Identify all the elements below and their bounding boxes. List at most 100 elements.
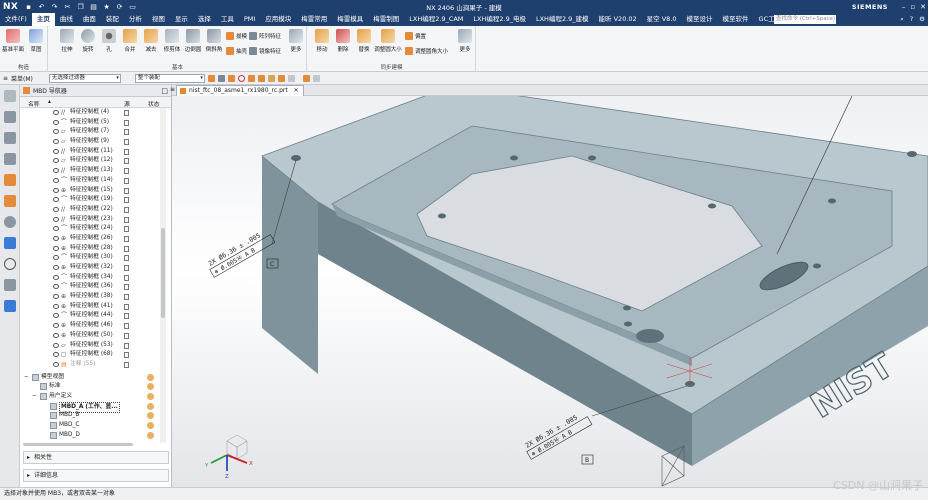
resize-blend-button[interactable]: 调整圆大小 bbox=[374, 29, 402, 53]
repeat-icon[interactable]: ⟳ bbox=[115, 3, 124, 11]
revolve-button[interactable]: 旋转 bbox=[77, 29, 99, 53]
menu-button[interactable]: 菜单(M) bbox=[11, 74, 33, 83]
menu-item[interactable]: 文件(F) bbox=[0, 13, 32, 26]
document-tab[interactable]: nist_ftc_08_asme1_rx1980_rc.prt ✕ bbox=[176, 85, 304, 96]
column-source[interactable]: 源 bbox=[124, 99, 130, 108]
history-icon[interactable] bbox=[3, 258, 16, 270]
snap-settings-icon[interactable] bbox=[312, 74, 320, 82]
scope-dropdown[interactable]: 整个装配 bbox=[134, 73, 205, 83]
menu-item[interactable]: 视图 bbox=[147, 13, 170, 26]
expand-toggle-icon[interactable]: − bbox=[24, 373, 29, 383]
menu-item[interactable]: 曲面 bbox=[78, 13, 101, 26]
visibility-icon[interactable] bbox=[53, 177, 59, 183]
menu-item[interactable]: 选择 bbox=[193, 13, 216, 26]
datum-plane-button[interactable]: 基准平面 bbox=[2, 29, 24, 53]
tree-row-feature-control-frame[interactable]: ⌒ 特征控制框 (36) bbox=[20, 282, 160, 292]
tree-row-feature-control-frame[interactable]: ⌒ 特征控制框 (24) bbox=[20, 224, 160, 234]
mirror-feature-button[interactable]: 镜像特征 bbox=[249, 47, 281, 55]
menu-item[interactable]: 分析 bbox=[124, 13, 147, 26]
tab-menu-icon[interactable]: ≡ bbox=[170, 86, 175, 93]
menu-item[interactable]: LXH编程2.9_建模 bbox=[531, 13, 594, 26]
menu-item[interactable]: 能昕 V20.02 bbox=[594, 13, 642, 26]
tree-row-feature-control-frame[interactable]: ⊕ 特征控制框 (38) bbox=[20, 292, 160, 302]
visibility-icon[interactable] bbox=[53, 197, 59, 203]
tree-row-feature-control-frame[interactable]: // 特征控制框 (23) bbox=[20, 215, 160, 225]
no-select-icon[interactable] bbox=[237, 74, 245, 82]
visibility-icon[interactable] bbox=[53, 148, 59, 154]
minimize-icon[interactable]: – bbox=[902, 3, 906, 11]
subtract-button[interactable]: 减去 bbox=[140, 29, 162, 53]
extrude-button[interactable]: 拉伸 bbox=[56, 29, 78, 53]
edge-blend-button[interactable]: 边倒圆 bbox=[182, 29, 204, 53]
type-filter-dropdown[interactable]: 无选择过滤器 bbox=[48, 73, 121, 83]
tree-row-feature-control-frame[interactable]: ⊕ 特征控制框 (15) bbox=[20, 186, 160, 196]
tree-row-feature-control-frame[interactable]: ⌒ 特征控制框 (44) bbox=[20, 311, 160, 321]
role-icon[interactable] bbox=[3, 237, 16, 249]
close-icon[interactable]: ✕ bbox=[920, 3, 926, 11]
select-component-icon[interactable] bbox=[257, 74, 265, 82]
menu-item[interactable]: LXH编程2.9_CAM bbox=[404, 13, 468, 26]
tree-row-model-view[interactable]: MBD_D bbox=[20, 431, 160, 441]
navigator-scrollbar[interactable] bbox=[160, 108, 166, 443]
resize-face-button[interactable]: 调整圆角大小 bbox=[405, 47, 448, 55]
tree-row-model-view[interactable]: MBD_A (工作、显... bbox=[20, 401, 160, 414]
mbd-navigator-icon[interactable] bbox=[3, 174, 16, 186]
chamfer-button[interactable]: 倒斜角 bbox=[203, 29, 225, 53]
menu-item[interactable]: 星空 V8.0 bbox=[642, 13, 682, 26]
visibility-icon[interactable] bbox=[53, 139, 59, 145]
window-icon[interactable]: ▭ bbox=[128, 3, 137, 11]
paste-icon[interactable]: ▤ bbox=[89, 3, 98, 11]
select-sheet-icon[interactable] bbox=[287, 74, 295, 82]
visibility-icon[interactable] bbox=[53, 323, 59, 329]
menu-item[interactable]: 梅雷模具 bbox=[332, 13, 368, 26]
menu-item[interactable]: 曲线 bbox=[55, 13, 78, 26]
maximize-icon[interactable]: ▫ bbox=[910, 3, 915, 11]
tree-row-feature-control-frame[interactable]: ⌒ 特征控制框 (14) bbox=[20, 176, 160, 186]
unite-button[interactable]: 合并 bbox=[119, 29, 141, 53]
hole-button[interactable]: 孔 bbox=[98, 29, 120, 53]
visibility-icon[interactable] bbox=[53, 129, 59, 135]
tree-row-feature-control-frame[interactable]: ▱ 特征控制框 (53) bbox=[20, 341, 160, 351]
tree-row-standard[interactable]: 标准 bbox=[20, 382, 160, 392]
select-face-icon[interactable] bbox=[227, 74, 235, 82]
visibility-icon[interactable] bbox=[53, 187, 59, 193]
menu-item[interactable]: 模至设计 bbox=[682, 13, 718, 26]
menu-item[interactable]: 主页 bbox=[31, 13, 55, 26]
horizontal-scrollbar[interactable] bbox=[23, 443, 133, 446]
visibility-icon[interactable] bbox=[53, 352, 59, 358]
sketch-button[interactable]: 草图 bbox=[25, 29, 47, 53]
tree-row-feature-control-frame[interactable]: ▤ 注释 (55) bbox=[20, 360, 160, 370]
menu-item[interactable]: LXH编程2.9_电极 bbox=[468, 13, 531, 26]
constraint-navigator-icon[interactable] bbox=[3, 153, 16, 165]
select-all-icon[interactable] bbox=[267, 74, 275, 82]
draft-button[interactable]: 拔模 bbox=[226, 32, 247, 40]
visibility-icon[interactable] bbox=[53, 168, 59, 174]
visibility-icon[interactable] bbox=[53, 303, 59, 309]
tree-row-feature-control-frame[interactable]: ⌒ 特征控制框 (5) bbox=[20, 118, 160, 128]
visibility-icon[interactable] bbox=[53, 216, 59, 222]
expand-toggle-icon[interactable]: − bbox=[32, 392, 37, 402]
visibility-icon[interactable] bbox=[53, 265, 59, 270]
visibility-icon[interactable] bbox=[53, 274, 59, 280]
more-sync-button[interactable]: 更多 bbox=[454, 29, 476, 53]
more-base-button[interactable]: 更多 bbox=[285, 29, 307, 53]
visibility-icon[interactable] bbox=[53, 313, 59, 319]
tree-row-feature-control-frame[interactable]: ⊕ 特征控制框 (26) bbox=[20, 234, 160, 244]
visibility-icon[interactable] bbox=[53, 294, 59, 300]
save-icon[interactable]: ▪ bbox=[24, 3, 33, 11]
cut-icon[interactable]: ✂ bbox=[63, 3, 72, 11]
tree-row-user-defined[interactable]: − 用户定义 bbox=[20, 392, 160, 402]
tree-row-feature-control-frame[interactable]: // 特征控制框 (11) bbox=[20, 147, 160, 157]
scrollbar-thumb[interactable] bbox=[161, 228, 165, 318]
visibility-icon[interactable] bbox=[53, 332, 59, 338]
select-edge-icon[interactable] bbox=[247, 74, 255, 82]
tree-row-feature-control-frame[interactable]: ▱ 特征控制框 (9) bbox=[20, 137, 160, 147]
tree-row-feature-control-frame[interactable]: ⊕ 特征控制框 (50) bbox=[20, 331, 160, 341]
tree-row-feature-control-frame[interactable]: ⌒ 特征控制框 (30) bbox=[20, 253, 160, 263]
settings-resource-icon[interactable] bbox=[3, 90, 16, 102]
tree-row-feature-control-frame[interactable]: ⌒ 特征控制框 (19) bbox=[20, 195, 160, 205]
visibility-icon[interactable] bbox=[53, 158, 59, 164]
tree-row-model-views[interactable]: − 模型视图 bbox=[20, 373, 160, 383]
help-icon[interactable]: ? bbox=[910, 15, 913, 24]
tree-row-feature-control-frame[interactable]: ▱ 特征控制框 (12) bbox=[20, 156, 160, 166]
